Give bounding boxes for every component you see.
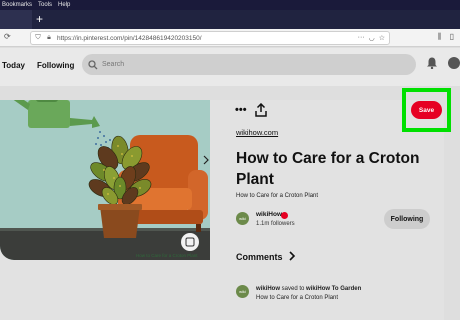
library-icon[interactable]: ⫼ bbox=[438, 32, 442, 42]
activity-text: wikiHow saved to wikiHow To Garden bbox=[256, 286, 361, 292]
browser-tab[interactable] bbox=[0, 10, 32, 29]
source-link[interactable]: wikihow.com bbox=[236, 128, 278, 137]
comments-heading[interactable]: Comments bbox=[236, 252, 283, 262]
chevron-right-icon[interactable] bbox=[288, 251, 296, 261]
followers-count: 1.1m followers bbox=[256, 221, 295, 227]
search-icon bbox=[88, 59, 98, 69]
pin-image[interactable]: How to Care for a Croton Plant bbox=[0, 100, 210, 260]
avatar[interactable]: wiki bbox=[236, 212, 249, 225]
browser-nav-bar: ⟳ ⛉ 🔒︎ https://in.pinterest.com/pin/1428… bbox=[0, 29, 460, 47]
activity-avatar[interactable]: wiki bbox=[236, 285, 249, 298]
url-text: https://in.pinterest.com/pin/14284861942… bbox=[57, 34, 202, 42]
bell-icon[interactable] bbox=[427, 57, 437, 69]
image-caption: How to Care for a Croton Plant bbox=[136, 253, 198, 258]
os-menu-bar: Bookmarks Tools Help bbox=[0, 0, 460, 10]
reload-icon[interactable]: ⟳ bbox=[4, 32, 11, 41]
browser-tab-strip: + bbox=[0, 10, 460, 29]
activity-board[interactable]: wikiHow To Garden bbox=[306, 286, 361, 292]
menu-tools[interactable]: Tools bbox=[38, 0, 52, 10]
address-bar[interactable]: ⛉ 🔒︎ https://in.pinterest.com/pin/142848… bbox=[30, 31, 390, 45]
messages-icon[interactable] bbox=[448, 57, 460, 69]
lock-icon: 🔒︎ bbox=[47, 34, 51, 41]
page-actions-icon[interactable]: ··· bbox=[358, 34, 365, 42]
activity-user[interactable]: wikiHow bbox=[256, 286, 280, 292]
menu-bookmarks[interactable]: Bookmarks bbox=[2, 0, 32, 10]
verified-icon bbox=[281, 212, 288, 219]
new-tab-button[interactable]: + bbox=[36, 10, 43, 29]
search-input[interactable]: Search bbox=[82, 54, 416, 75]
pinterest-header: Today Following Search bbox=[0, 48, 460, 86]
more-options-icon[interactable]: ••• bbox=[235, 104, 247, 116]
pin-title: How to Care for a Croton Plant bbox=[236, 150, 420, 188]
nav-today[interactable]: Today bbox=[2, 61, 25, 70]
menu-help[interactable]: Help bbox=[58, 0, 70, 10]
activity-description: How to Care for a Croton Plant bbox=[256, 295, 339, 301]
author-name[interactable]: wikiHow bbox=[256, 211, 282, 218]
following-button[interactable]: Following bbox=[384, 209, 430, 229]
pocket-icon[interactable]: ◡ bbox=[369, 34, 375, 42]
search-placeholder: Search bbox=[102, 61, 125, 68]
sidebar-icon[interactable]: ▯ bbox=[450, 32, 454, 42]
pin-description: How to Care for a Croton Plant bbox=[236, 193, 319, 199]
croton-illustration bbox=[0, 100, 210, 260]
share-icon[interactable] bbox=[255, 103, 267, 117]
save-button-highlight: Save bbox=[402, 88, 451, 132]
activity-saved-to: saved to bbox=[280, 286, 307, 292]
bookmark-star-icon[interactable]: ☆ bbox=[379, 34, 385, 42]
save-button[interactable]: Save bbox=[411, 101, 442, 119]
nav-following[interactable]: Following bbox=[37, 61, 74, 70]
shield-icon: ⛉ bbox=[35, 34, 41, 41]
